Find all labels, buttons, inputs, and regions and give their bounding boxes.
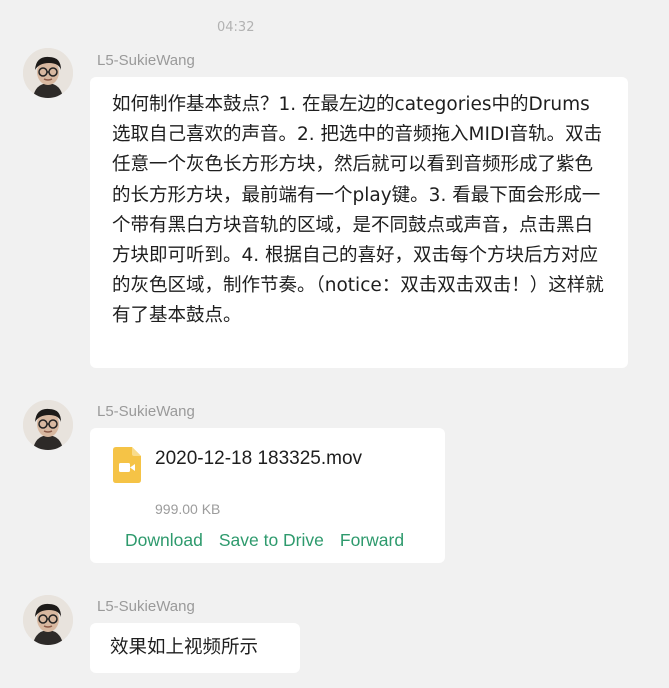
chat-timestamp: 04:32 bbox=[217, 20, 255, 35]
avatar[interactable] bbox=[23, 595, 73, 645]
file-attachment-bubble[interactable]: 2020-12-18 183325.mov 999.00 KB Download… bbox=[90, 428, 445, 563]
file-name: 2020-12-18 183325.mov bbox=[155, 448, 363, 469]
avatar-image bbox=[23, 48, 73, 98]
message-text: 效果如上视频所示 bbox=[110, 637, 259, 658]
avatar[interactable] bbox=[23, 48, 73, 98]
avatar-image bbox=[23, 595, 73, 645]
message-bubble[interactable]: 效果如上视频所示 bbox=[90, 623, 300, 673]
message-bubble[interactable]: 如何制作基本鼓点？1. 在最左边的categories中的Drums选取自己喜欢… bbox=[90, 77, 628, 368]
save-to-drive-link[interactable]: Save to Drive bbox=[219, 530, 324, 551]
sender-name: L5-SukieWang bbox=[97, 598, 195, 615]
avatar-image bbox=[23, 400, 73, 450]
file-size: 999.00 KB bbox=[155, 501, 221, 517]
avatar[interactable] bbox=[23, 400, 73, 450]
file-actions: Download Save to Drive Forward bbox=[125, 530, 404, 551]
sender-name: L5-SukieWang bbox=[97, 403, 195, 420]
sender-name: L5-SukieWang bbox=[97, 52, 195, 69]
video-file-icon bbox=[113, 447, 141, 483]
download-link[interactable]: Download bbox=[125, 530, 203, 551]
forward-link[interactable]: Forward bbox=[340, 530, 404, 551]
message-text: 如何制作基本鼓点？1. 在最左边的categories中的Drums选取自己喜欢… bbox=[112, 94, 604, 327]
